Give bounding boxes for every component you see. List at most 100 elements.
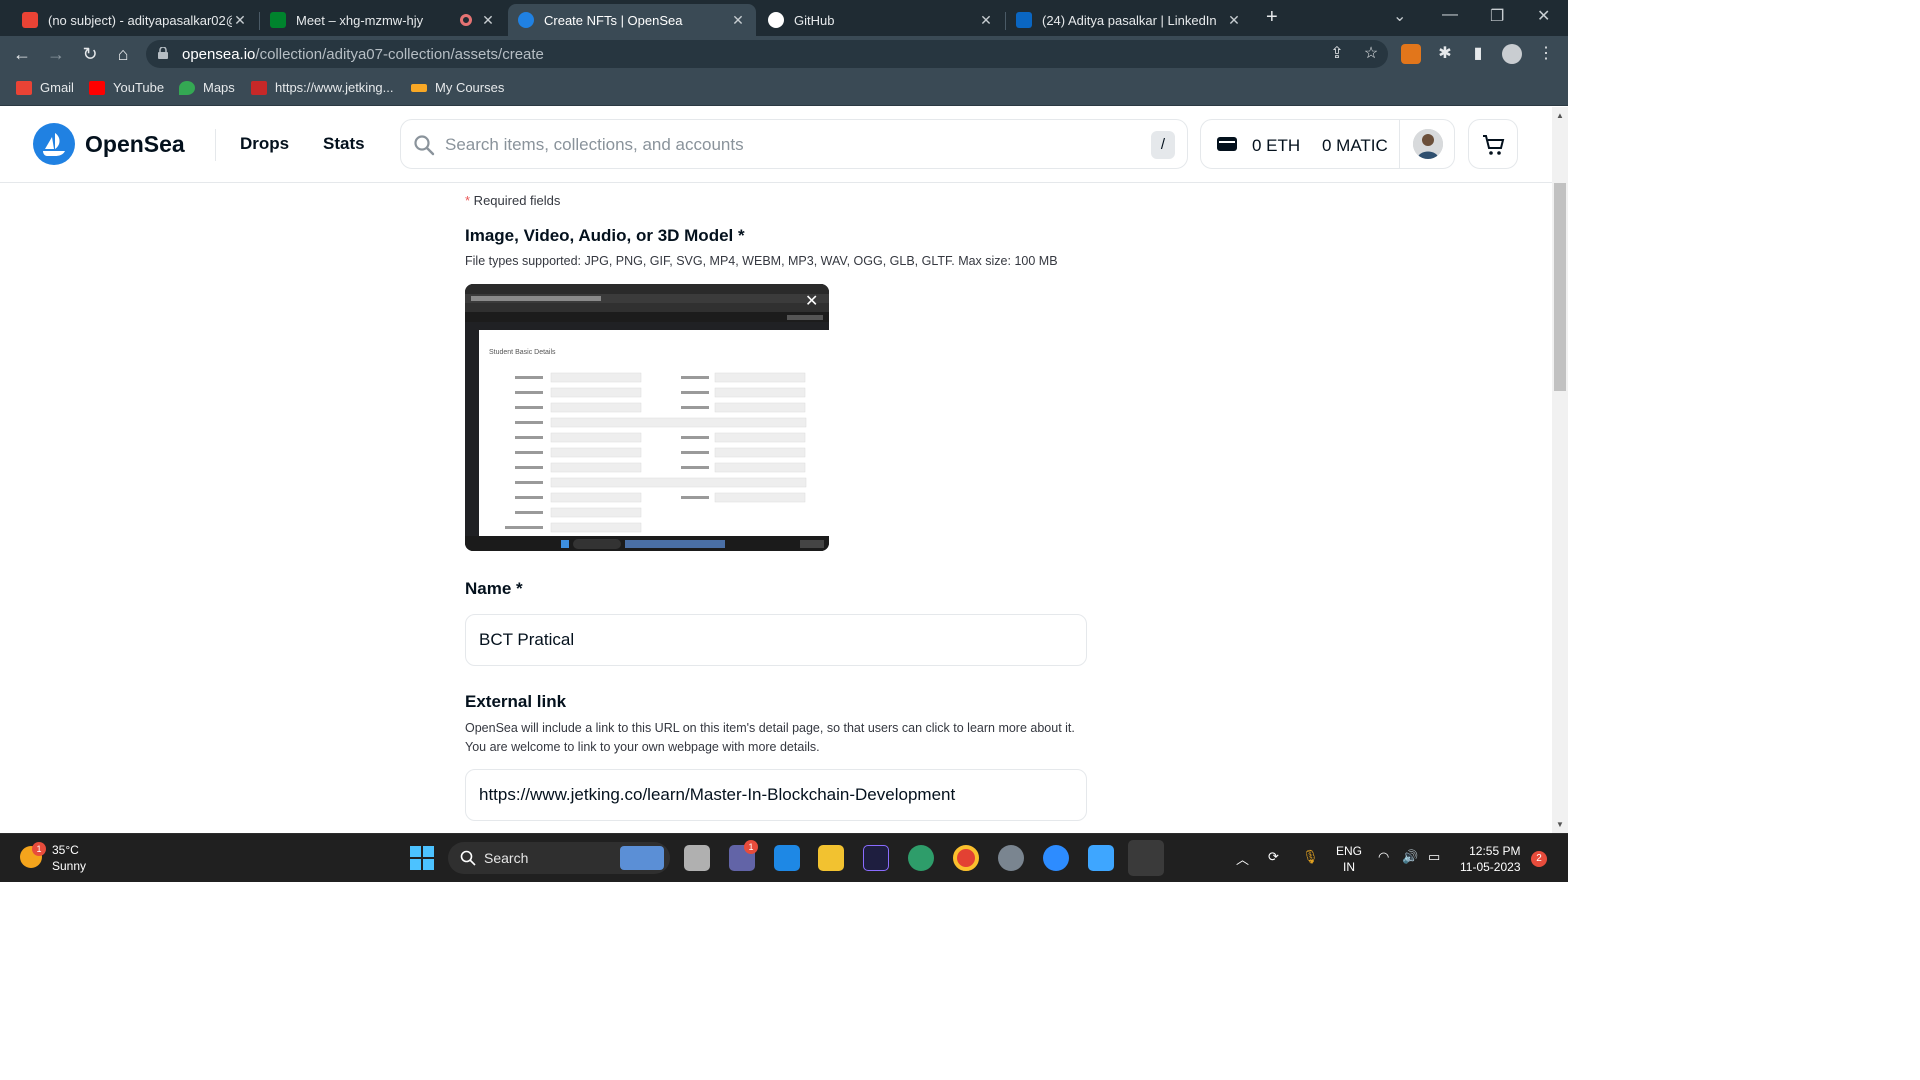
name-input[interactable]: BCT Pratical: [465, 614, 1087, 666]
reload-icon[interactable]: ↻: [78, 42, 102, 66]
tab-meet[interactable]: Meet – xhg-mzmw-hjy ✕: [260, 4, 506, 36]
notepad-icon[interactable]: [1088, 845, 1114, 871]
tab-gmail[interactable]: (no subject) - adityapasalkar02@ ✕: [12, 4, 258, 36]
url-text: opensea.io/collection/aditya07-collectio…: [182, 46, 544, 63]
new-tab-icon[interactable]: +: [1266, 6, 1278, 29]
language: ENG: [1336, 844, 1363, 858]
taskbar-search[interactable]: Search: [448, 842, 670, 874]
sync-icon[interactable]: ⟳: [1268, 849, 1279, 865]
linkedin-icon: [1016, 12, 1032, 28]
bookmark-label: YouTube: [113, 80, 165, 95]
clock[interactable]: 12:55 PM 11-05-2023: [1460, 843, 1521, 875]
page-scrollbar[interactable]: ▲ ▼: [1552, 107, 1568, 833]
temperature: 35°C: [52, 843, 79, 857]
chevron-up-icon[interactable]: ︿: [1236, 849, 1249, 868]
external-link-label: External link: [465, 692, 567, 711]
scroll-up-icon[interactable]: ▲: [1556, 111, 1564, 120]
external-link-description: OpenSea will include a link to this URL …: [465, 721, 1075, 754]
home-icon[interactable]: ⌂: [111, 42, 135, 66]
tab-opensea[interactable]: Create NFTs | OpenSea ✕: [508, 4, 756, 36]
bookmark-my-courses[interactable]: My Courses: [411, 80, 504, 95]
start-icon[interactable]: [409, 845, 435, 871]
language-indicator[interactable]: ENG IN: [1336, 843, 1362, 875]
github-icon: [768, 12, 784, 28]
zoom-icon[interactable]: [1043, 845, 1069, 871]
weather-badge: 1: [32, 842, 46, 856]
battery-icon[interactable]: ▭: [1428, 849, 1440, 865]
courses-icon: [411, 83, 427, 92]
scrollbar-thumb[interactable]: [1554, 183, 1566, 391]
side-panel-icon[interactable]: ▮: [1468, 44, 1488, 64]
microphone-icon[interactable]: 🎙: [1302, 849, 1319, 865]
address-bar[interactable]: opensea.io/collection/aditya07-collectio…: [146, 40, 1388, 68]
bookmark-star-icon[interactable]: ☆: [1361, 44, 1381, 64]
media-label: Image, Video, Audio, or 3D Model *: [465, 226, 745, 245]
search-input[interactable]: Search items, collections, and accounts …: [400, 119, 1188, 169]
bookmark-youtube[interactable]: YouTube: [89, 80, 164, 95]
wallet-icon: [1217, 137, 1237, 151]
edge-icon[interactable]: [908, 845, 934, 871]
jetking-icon: [251, 80, 267, 95]
settings-icon[interactable]: [998, 845, 1024, 871]
media-preview[interactable]: Student Basic Details: [465, 284, 829, 551]
mail-icon[interactable]: [774, 845, 800, 871]
profile-avatar[interactable]: [1502, 44, 1522, 64]
share-icon[interactable]: ⇪: [1327, 44, 1347, 64]
opensea-logo-icon[interactable]: [33, 123, 75, 165]
gmail-icon: [16, 80, 32, 95]
windows-taskbar: 1 35°C Sunny Search 1 ︿ ⟳ 🎙 ENG IN ◠ 🔊 ▭ 1…: [0, 833, 1568, 882]
forward-icon[interactable]: →: [44, 42, 68, 66]
tab-linkedin[interactable]: (24) Aditya pasalkar | LinkedIn ✕: [1006, 4, 1252, 36]
time: 12:55 PM: [1469, 844, 1521, 858]
search-highlight-icon: [620, 846, 664, 870]
close-icon[interactable]: ✕: [480, 12, 496, 29]
tab-search-icon[interactable]: ⌄: [1393, 6, 1406, 26]
brand-name[interactable]: OpenSea: [85, 131, 185, 158]
volume-icon[interactable]: 🔊: [1402, 849, 1418, 865]
bookmark-label: My Courses: [435, 80, 505, 95]
remove-media-icon[interactable]: ✕: [805, 291, 818, 311]
menu-icon[interactable]: ⋮: [1536, 44, 1556, 64]
nav-stats[interactable]: Stats: [323, 134, 365, 154]
back-icon[interactable]: ←: [10, 42, 34, 66]
tab-label: Meet – xhg-mzmw-hjy: [296, 12, 424, 28]
external-link-input[interactable]: https://www.jetking.co/learn/Master-In-B…: [465, 769, 1087, 821]
restore-icon[interactable]: ❐: [1490, 6, 1504, 26]
nav-drops[interactable]: Drops: [240, 134, 289, 154]
file-explorer-icon[interactable]: [818, 845, 844, 871]
scroll-down-icon[interactable]: ▼: [1556, 820, 1564, 829]
minimize-icon[interactable]: —: [1442, 6, 1458, 24]
close-icon[interactable]: ✕: [730, 12, 746, 29]
metamask-icon[interactable]: [1401, 44, 1421, 64]
wallet-balance[interactable]: 0 ETH 0 MATIC: [1200, 119, 1455, 169]
tab-github[interactable]: GitHub ✕: [758, 4, 1004, 36]
notification-badge[interactable]: 2: [1531, 851, 1547, 867]
bookmark-gmail[interactable]: Gmail: [16, 80, 74, 95]
bookmark-label: Maps: [203, 80, 235, 95]
intellij-icon[interactable]: [863, 845, 889, 871]
snipping-tool-icon[interactable]: [1128, 840, 1164, 876]
bookmark-label: Gmail: [40, 80, 74, 95]
cart-button[interactable]: [1468, 119, 1518, 169]
url-host: opensea.io: [182, 46, 256, 63]
bookmark-label: https://www.jetking...: [275, 80, 394, 95]
bookmark-jetking[interactable]: https://www.jetking...: [251, 80, 394, 95]
tab-label: (24) Aditya pasalkar | LinkedIn: [1042, 12, 1217, 28]
user-avatar[interactable]: [1413, 129, 1443, 159]
bookmarks-bar: Gmail YouTube Maps https://www.jetking..…: [0, 72, 1568, 106]
maps-icon: [179, 80, 195, 95]
eth-balance: 0 ETH: [1252, 136, 1301, 155]
window-close-icon[interactable]: ✕: [1537, 6, 1550, 26]
close-icon[interactable]: ✕: [232, 12, 248, 29]
close-icon[interactable]: ✕: [1226, 12, 1242, 29]
bookmark-maps[interactable]: Maps: [179, 80, 235, 95]
extensions-icon[interactable]: ✱: [1435, 44, 1455, 64]
chrome-icon[interactable]: [953, 845, 979, 871]
wifi-icon[interactable]: ◠: [1378, 849, 1389, 865]
recording-icon: [460, 14, 472, 26]
task-view-icon[interactable]: [684, 845, 710, 871]
uploaded-screenshot-image: Student Basic Details: [465, 284, 829, 551]
close-icon[interactable]: ✕: [978, 12, 994, 29]
region: IN: [1343, 860, 1355, 874]
youtube-icon: [89, 80, 105, 95]
